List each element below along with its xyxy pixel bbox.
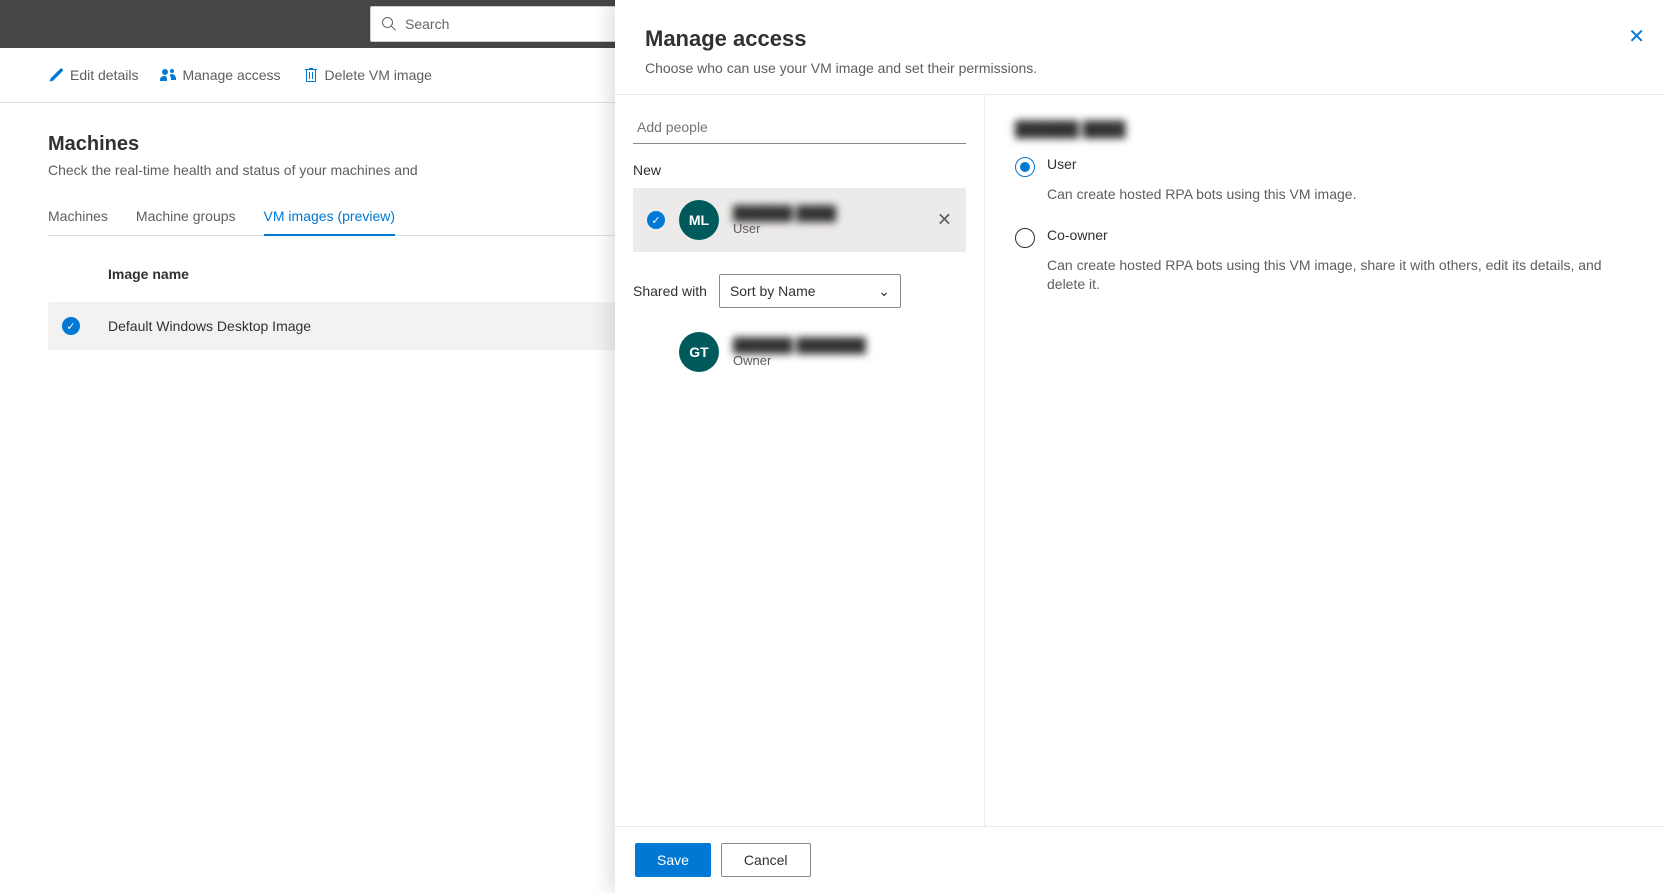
row-image-name: Default Windows Desktop Image <box>108 318 311 334</box>
radio-user-label: User <box>1047 156 1077 172</box>
sort-value: Sort by Name <box>730 283 816 299</box>
panel-title: Manage access <box>645 26 1635 52</box>
shared-person-row[interactable]: GT ██████ ███████ Owner <box>633 322 966 382</box>
tab-vm-images[interactable]: VM images (preview) <box>264 208 395 236</box>
trash-icon <box>303 67 319 83</box>
tab-machine-groups[interactable]: Machine groups <box>136 208 236 235</box>
panel-permissions-column: ██████ ████ User Can create hosted RPA b… <box>985 95 1665 826</box>
avatar: ML <box>679 200 719 240</box>
manage-access-panel: Manage access Choose who can use your VM… <box>615 0 1665 893</box>
person-name: ██████ ████ <box>733 205 836 221</box>
delete-vm-image-button[interactable]: Delete VM image <box>303 67 432 83</box>
sort-dropdown[interactable]: Sort by Name ⌄ <box>719 274 901 308</box>
edit-details-button[interactable]: Edit details <box>48 67 138 83</box>
pencil-icon <box>48 67 64 83</box>
avatar: GT <box>679 332 719 372</box>
person-role: User <box>733 221 836 236</box>
radio-coowner[interactable] <box>1015 228 1035 248</box>
permissions-for-name: ██████ ████ <box>1015 121 1635 138</box>
close-icon[interactable]: ✕ <box>1628 24 1645 49</box>
person-role: Owner <box>733 353 866 368</box>
search-icon <box>381 16 397 32</box>
save-button[interactable]: Save <box>635 843 711 877</box>
manage-access-button[interactable]: Manage access <box>160 67 280 83</box>
search-placeholder: Search <box>405 16 449 32</box>
radio-coowner-label: Co-owner <box>1047 227 1108 243</box>
row-selected-check-icon[interactable] <box>62 317 80 335</box>
chevron-down-icon: ⌄ <box>878 283 890 300</box>
radio-user-description: Can create hosted RPA bots using this VM… <box>1047 185 1635 205</box>
panel-subtitle: Choose who can use your VM image and set… <box>645 60 1635 76</box>
tab-machines[interactable]: Machines <box>48 208 108 235</box>
new-section-label: New <box>633 162 966 178</box>
shared-with-label: Shared with <box>633 283 707 299</box>
people-share-icon <box>160 67 176 83</box>
person-name: ██████ ███████ <box>733 337 866 353</box>
panel-people-column: New ML ██████ ████ User ✕ Shared with So… <box>615 95 985 826</box>
person-selected-check-icon <box>647 211 665 229</box>
remove-person-icon[interactable]: ✕ <box>937 210 952 231</box>
new-person-card[interactable]: ML ██████ ████ User ✕ <box>633 188 966 252</box>
radio-coowner-description: Can create hosted RPA bots using this VM… <box>1047 256 1635 295</box>
add-people-input[interactable] <box>633 113 966 144</box>
radio-user[interactable] <box>1015 157 1035 177</box>
cancel-button[interactable]: Cancel <box>721 843 811 877</box>
